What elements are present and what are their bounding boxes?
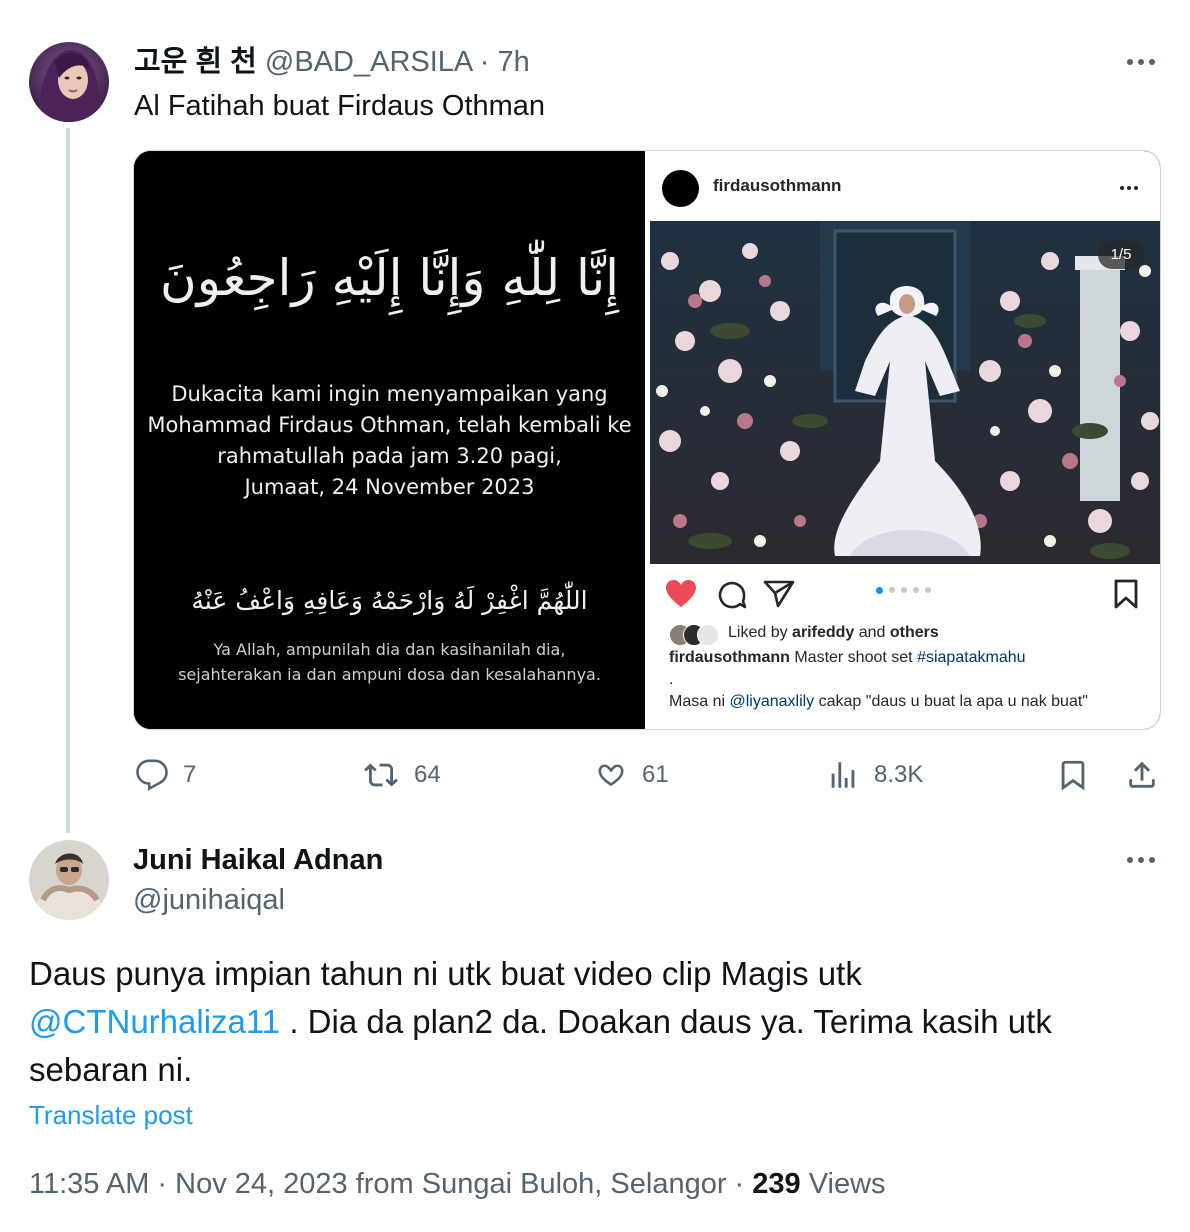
post-time[interactable]: · 7h: [480, 46, 530, 78]
views-count: 8.3K: [874, 761, 924, 788]
dot-icon: [1127, 857, 1133, 863]
thread-connector-line: [66, 128, 70, 833]
instagram-more-icon: [1120, 186, 1138, 190]
quoted-post-text: Al Fatihah buat Firdaus Othman: [134, 90, 546, 122]
author-handle[interactable]: @junihaiqal: [133, 882, 285, 918]
like-button[interactable]: 61: [594, 758, 669, 792]
views-label: Views: [800, 1168, 886, 1200]
quoted-post-header: 고운 흰 천 @BAD_ARSILA · 7h: [134, 44, 530, 80]
heart-filled-icon: [666, 580, 696, 607]
author-name[interactable]: Juni Haikal Adnan: [133, 842, 383, 878]
instagram-photo: 1/5: [650, 221, 1160, 564]
caption-dot-line: .: [669, 671, 674, 688]
author-name[interactable]: 고운 흰 천: [134, 46, 257, 78]
share-send-icon: [763, 580, 795, 608]
post-media-image[interactable]: إِنَّا لِلّٰهِ وَإِنَّا إِلَيْهِ رَاجِعُ…: [133, 150, 1161, 730]
more-options-button[interactable]: [1127, 857, 1155, 863]
dot-icon: [1149, 857, 1155, 863]
dot-icon: [1127, 59, 1133, 65]
reply-button[interactable]: 7: [135, 758, 196, 792]
arabic-prayer: اللّٰهُمَّ اغْفِرْ لَهُ وَارْحَمْهُ وَعَ…: [191, 586, 588, 615]
post-text-line-3: sebaran ni.: [29, 1051, 193, 1088]
instagram-comment: Masa ni @liyanaxlily cakap "daus u buat …: [669, 693, 1088, 710]
condolence-line-1: Dukacita kami ingin menyampaikan yang: [171, 382, 608, 406]
comment-icon: [718, 581, 747, 609]
image-counter-badge: 1/5: [1098, 241, 1144, 269]
post-timestamp: 11:35 AM · Nov 24, 2023 from Sungai Bulo…: [29, 1166, 886, 1202]
instagram-screenshot: firdausothmann 1/5 Liked by arifeddy and…: [645, 151, 1160, 729]
liked-by-avatars: [669, 624, 725, 646]
liked-by-text: Liked by arifeddy and others: [728, 624, 939, 641]
timestamp-text[interactable]: 11:35 AM · Nov 24, 2023 from Sungai Bulo…: [29, 1168, 752, 1200]
condolence-line-3: rahmatullah pada jam 3.20 pagi,: [217, 444, 562, 468]
like-count: 61: [642, 761, 669, 788]
share-icon[interactable]: [1125, 758, 1159, 792]
bookmark-icon[interactable]: [1056, 758, 1090, 792]
author-handle[interactable]: @BAD_ARSILA: [265, 46, 472, 78]
mention-link[interactable]: @CTNurhaliza11: [29, 1003, 280, 1040]
bookmark-icon: [1114, 579, 1138, 609]
post-body: Daus punya impian tahun ni utk buat vide…: [29, 950, 1159, 1094]
avatar-bad-arsila[interactable]: [29, 42, 109, 122]
post-text-line-1: Daus punya impian tahun ni utk buat vide…: [29, 955, 862, 992]
translation-line-2: sejahterakan ia dan ampuni dosa dan kesa…: [178, 665, 601, 684]
dot-icon: [1138, 857, 1144, 863]
analytics-icon: [831, 762, 855, 788]
post-text-line-2: @CTNurhaliza11 . Dia da plan2 da. Doakan…: [29, 1003, 1052, 1040]
reply-count: 7: [183, 761, 197, 788]
repost-button[interactable]: 64: [362, 758, 441, 792]
repost-count: 64: [414, 761, 441, 788]
dot-icon: [1149, 59, 1155, 65]
reply-icon: [136, 759, 168, 791]
translation-line-1: Ya Allah, ampunilah dia dan kasihanilah …: [213, 640, 566, 659]
arabic-title: إِنَّا لِلّٰهِ وَإِنَّا إِلَيْهِ رَاجِعُ…: [159, 249, 620, 307]
condolence-line-4: Jumaat, 24 November 2023: [244, 475, 535, 499]
heart-icon: [598, 764, 624, 786]
avatar-juni-haikal[interactable]: [29, 840, 109, 920]
carousel-dots: [876, 587, 931, 594]
views-button[interactable]: 8.3K: [826, 758, 923, 792]
more-options-button[interactable]: [1127, 59, 1155, 65]
condolence-line-2: Mohammad Firdaus Othman, telah kembali k…: [147, 413, 632, 437]
condolence-card: إِنَّا لِلّٰهِ وَإِنَّا إِلَيْهِ رَاجِعُ…: [134, 151, 645, 729]
translate-post-link[interactable]: Translate post: [29, 1099, 193, 1131]
dot-icon: [1138, 59, 1144, 65]
views-number: 239: [752, 1168, 801, 1200]
instagram-avatar: [662, 170, 699, 207]
instagram-username: firdausothmann: [713, 176, 842, 195]
instagram-caption: firdausothmann Master shoot set #siapata…: [669, 649, 1026, 666]
repost-icon: [364, 763, 398, 787]
